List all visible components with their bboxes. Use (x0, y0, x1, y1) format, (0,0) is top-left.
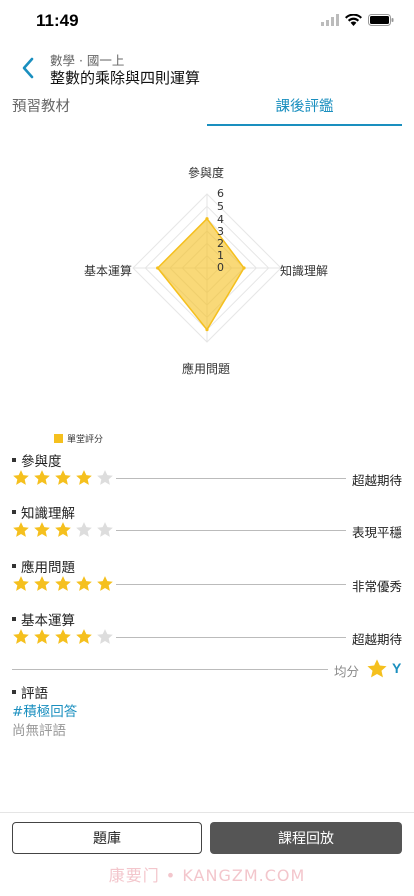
rating-head: 應用問題 (12, 556, 75, 576)
star-filled-icon (55, 470, 71, 485)
legend-label: 單堂評分 (67, 435, 104, 445)
tick-label: 5 (217, 200, 224, 213)
star-filled-icon (13, 522, 29, 537)
rating-divider (116, 478, 346, 479)
chevron-left-icon (22, 57, 34, 79)
rating-label: 知識理解 (21, 506, 75, 522)
rating-row: 知識理解 表現平穩 (12, 502, 402, 550)
star-filled-icon (97, 576, 113, 591)
wifi-icon (345, 14, 362, 26)
star-filled-icon (13, 470, 29, 485)
watermark: 康要门 • KANGZM.COM (108, 866, 306, 885)
star-filled-icon (76, 629, 92, 644)
star-rating (12, 575, 114, 593)
rating-label: 應用問題 (21, 560, 75, 576)
axis-label-knowledge: 知識理解 (280, 264, 329, 278)
star-rating (12, 628, 114, 646)
course-replay-button[interactable]: 課程回放 (210, 822, 402, 854)
bullet (12, 458, 16, 462)
tab-preview-materials[interactable]: 預習教材 (12, 92, 70, 126)
tick-label: 0 (217, 261, 224, 274)
axis-label-participation: 參與度 (188, 166, 225, 180)
star-filled-icon (34, 522, 50, 537)
chart-legend: 單堂評分 (54, 432, 103, 445)
star-filled-icon (34, 470, 50, 485)
star-filled-icon (55, 522, 71, 537)
radar-series-area (156, 217, 245, 331)
rating-row: 應用問題 非常優秀 (12, 556, 402, 604)
star-rating (12, 521, 114, 539)
axis-label-basic-operation: 基本運算 (84, 264, 133, 278)
star-empty-icon (97, 629, 113, 644)
comment-head: 評語 (12, 682, 48, 702)
rating-level: 表現平穩 (351, 525, 402, 540)
nav-header: 數學 · 國一上 整數的乘除與四則運算 (0, 44, 414, 92)
average-divider (12, 669, 328, 670)
status-time: 11:49 (36, 11, 79, 30)
average-label: 均分 (334, 664, 360, 679)
bullet (12, 510, 16, 514)
comment-empty-text: 尚無評語 (12, 723, 66, 739)
rating-level: 超越期待 (351, 632, 402, 647)
page-title: 整數的乘除與四則運算 (50, 69, 201, 87)
star-filled-icon (76, 576, 92, 591)
radar-svg (132, 193, 282, 343)
status-icons (321, 14, 394, 26)
radar-data-point (205, 217, 209, 221)
star-icon (367, 659, 387, 678)
average-row: 均分 Y (12, 658, 402, 682)
star-empty-icon (97, 522, 113, 537)
bullet (12, 690, 16, 694)
rating-head: 知識理解 (12, 502, 75, 522)
rating-level: 非常優秀 (351, 579, 402, 594)
star-filled-icon (55, 576, 71, 591)
rating-row: 基本運算 超越期待 (12, 609, 402, 657)
rating-divider (116, 584, 346, 585)
rating-head: 參與度 (12, 450, 62, 470)
rating-label: 參與度 (21, 454, 62, 470)
star-empty-icon (76, 522, 92, 537)
rating-row: 參與度 超越期待 (12, 450, 402, 498)
status-bar: 11:49 (0, 0, 414, 44)
bullet (12, 564, 16, 568)
rating-divider (116, 637, 346, 638)
radar-data-point (156, 266, 160, 270)
radar-data-point (242, 266, 246, 270)
axis-label-application: 應用問題 (182, 362, 231, 376)
question-bank-button[interactable]: 題庫 (12, 822, 202, 854)
star-filled-icon (76, 470, 92, 485)
star-filled-icon (13, 629, 29, 644)
rating-label: 基本運算 (21, 613, 75, 629)
star-empty-icon (97, 470, 113, 485)
rating-level: 超越期待 (351, 473, 402, 488)
star-filled-icon (34, 576, 50, 591)
rating-divider (116, 530, 346, 531)
back-button[interactable] (14, 52, 42, 84)
star-rating (12, 469, 114, 487)
tab-post-class-evaluation[interactable]: 課後評鑑 (207, 92, 402, 126)
star-filled-icon (55, 629, 71, 644)
radar-data-point (205, 328, 209, 332)
legend-swatch (54, 434, 63, 443)
star-filled-icon (34, 629, 50, 644)
average-grade: Y (392, 660, 402, 676)
tick-label: 6 (217, 187, 224, 200)
star-filled-icon (13, 576, 29, 591)
bullet (12, 617, 16, 621)
tab-bar: 預習教材 課後評鑑 (0, 92, 414, 128)
battery-icon (368, 14, 394, 26)
signal-icon (321, 14, 339, 26)
comment-title: 評語 (21, 686, 48, 702)
rating-head: 基本運算 (12, 609, 75, 629)
radar-chart: 參與度 知識理解 應用問題 基本運算 6 5 4 3 2 1 0 (0, 150, 414, 390)
comment-tag: #積極回答 (12, 704, 78, 720)
bottom-divider (0, 812, 414, 813)
